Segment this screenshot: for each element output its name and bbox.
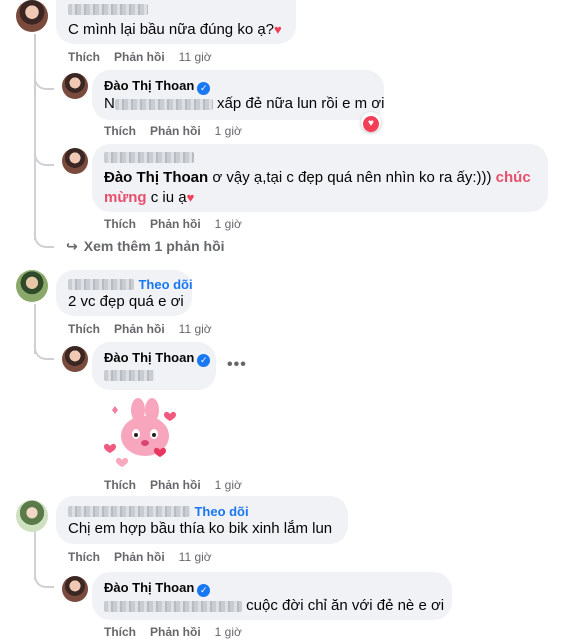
bunny-sticker [100, 396, 186, 468]
comment-actions: Thích Phản hồi 11 giờ [68, 50, 226, 64]
reply-button[interactable]: Phản hồi [150, 625, 201, 639]
avatar[interactable] [62, 148, 88, 174]
more-options-icon[interactable]: ••• [227, 356, 247, 374]
like-button[interactable]: Thích [104, 124, 136, 138]
thread-connector [34, 70, 54, 90]
timestamp[interactable]: 11 giờ [179, 322, 212, 336]
like-button[interactable]: Thích [68, 322, 100, 336]
see-more-replies[interactable]: ↪ Xem thêm 1 phản hồi [66, 238, 225, 255]
comment-actions: Thích Phản hồi 1 giờ [104, 625, 256, 639]
blurred-name [104, 152, 194, 163]
comment-bubble: Đào Thị Thoan ✓ [92, 342, 216, 390]
verified-badge-icon: ✓ [197, 354, 211, 367]
author-name[interactable]: Đào Thị Thoan [104, 580, 194, 595]
timestamp[interactable]: 11 giờ [179, 550, 212, 564]
see-more-label: Xem thêm 1 phản hồi [83, 238, 225, 254]
reply-button[interactable]: Phản hồi [114, 322, 165, 336]
thread-connector [34, 232, 54, 248]
like-button[interactable]: Thích [104, 217, 136, 231]
comment-text: Chị em hợp bầu thía ko bik xinh lắm lun [68, 520, 333, 537]
comment-actions: Thích Phản hồi 11 giờ [68, 322, 226, 336]
avatar[interactable] [62, 346, 88, 372]
reply-arrow-icon: ↪ [66, 238, 78, 254]
author-name[interactable]: Đào Thị Thoan [104, 350, 194, 365]
blurred-name [68, 279, 134, 291]
heart-icon: ♥ [186, 190, 195, 205]
comment-text: C mình lại bầu nữa đúng ko ạ? [68, 21, 275, 38]
avatar[interactable] [16, 270, 48, 302]
author-name[interactable]: Đào Thị Thoan [104, 78, 194, 93]
thread-connector [34, 568, 54, 588]
thread-connector [34, 340, 54, 360]
blurred-text [104, 370, 154, 381]
timestamp[interactable]: 1 giờ [215, 478, 242, 492]
heart-reaction-icon[interactable]: ♥ [361, 112, 381, 132]
comment-text: ơ vậy ạ,tại c đẹp quá nên nhìn ko ra ấy:… [212, 169, 492, 186]
timestamp[interactable]: 1 giờ [215, 124, 242, 138]
reply-button[interactable]: Phản hồi [150, 124, 201, 138]
follow-link[interactable]: Theo dõi [194, 504, 248, 519]
timestamp[interactable]: 1 giờ [215, 625, 242, 639]
comment-actions: Thích Phản hồi 1 giờ [104, 124, 256, 138]
comment-actions: Thích Phản hồi 1 giờ [104, 217, 256, 231]
like-button[interactable]: Thích [104, 478, 136, 492]
like-button[interactable]: Thích [68, 550, 100, 564]
blurred-text [114, 98, 213, 110]
comment-bubble: Theo dõi 2 vc đẹp quá e ơi [56, 270, 193, 316]
like-button[interactable]: Thích [68, 50, 100, 64]
comment-text-end: c iu ạ [150, 189, 187, 206]
comment-bubble: Đào Thị Thoan ✓ N xấp đẻ nữa lun rồi e m … [92, 70, 384, 120]
comment-bubble: C mình lại bầu nữa đúng ko ạ?♥ [56, 0, 296, 44]
author-name[interactable]: Đào Thị Thoan [104, 169, 208, 186]
avatar[interactable] [62, 576, 88, 602]
comment-bubble: Đào Thị Thoan ✓ cuộc đời chỉ ăn với đẻ nè… [92, 572, 452, 620]
comment-text: xấp đẻ nữa lun rồi e m ơi [217, 95, 385, 112]
timestamp[interactable]: 1 giờ [215, 217, 242, 231]
follow-link[interactable]: Theo dõi [138, 277, 192, 292]
thread-line [34, 34, 36, 240]
reply-button[interactable]: Phản hồi [114, 550, 165, 564]
reply-button[interactable]: Phản hồi [150, 217, 201, 231]
thread-connector [34, 146, 54, 166]
blurred-name [68, 506, 190, 518]
comment-bubble: Theo dõi Chị em hợp bầu thía ko bik xinh… [56, 496, 348, 544]
comment-actions: Thích Phản hồi 11 giờ [68, 550, 226, 564]
reply-button[interactable]: Phản hồi [150, 478, 201, 492]
comment-text: cuộc đời chỉ ăn với đẻ nè e ơi [246, 597, 445, 614]
timestamp[interactable]: 11 giờ [179, 50, 212, 64]
avatar[interactable] [16, 500, 48, 532]
reply-button[interactable]: Phản hồi [114, 50, 165, 64]
blurred-text [104, 600, 242, 612]
comment-text: 2 vc đẹp quá e ơi [68, 293, 184, 310]
comment-bubble: Đào Thị Thoan ơ vậy ạ,tại c đẹp quá nên … [92, 144, 548, 212]
comment-prefix: N [104, 95, 115, 112]
blurred-name [68, 4, 148, 15]
avatar[interactable] [16, 0, 48, 32]
heart-icon: ♥ [274, 22, 282, 37]
avatar[interactable] [62, 73, 88, 99]
like-button[interactable]: Thích [104, 625, 136, 639]
comment-actions: Thích Phản hồi 1 giờ [104, 478, 256, 492]
